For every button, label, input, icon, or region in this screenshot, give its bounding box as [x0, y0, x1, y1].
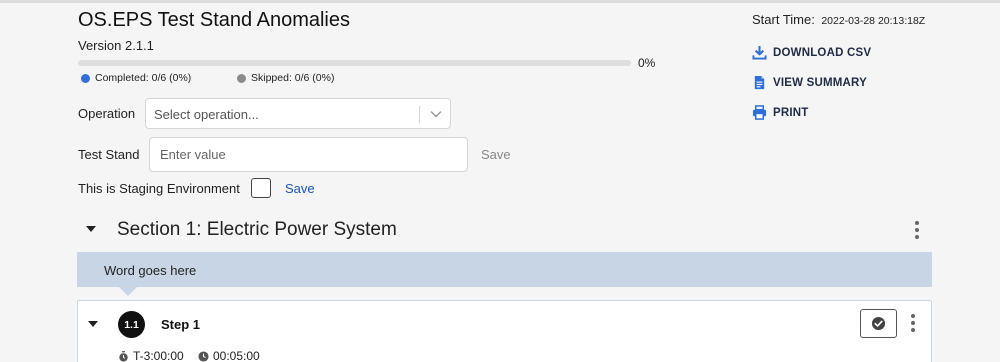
skipped-legend: Skipped: 0/6 (0%): [237, 72, 334, 84]
staging-label: This is Staging Environment: [78, 181, 240, 196]
step-duration-label: 00:05:00: [213, 349, 260, 362]
banner-text: Word goes here: [104, 263, 197, 278]
document-icon: [754, 75, 765, 90]
completed-legend-label: Completed: 0/6 (0%): [95, 72, 192, 84]
step-title: Step 1: [161, 317, 201, 332]
operation-select[interactable]: Select operation...: [145, 98, 451, 129]
test-stand-label: Test Stand: [78, 147, 140, 162]
version-label: Version 2.1.1: [78, 38, 154, 53]
view-summary-button[interactable]: VIEW SUMMARY: [752, 75, 867, 90]
test-stand-input[interactable]: [149, 137, 468, 172]
step-complete-button[interactable]: [860, 309, 897, 338]
completed-dot-icon: [81, 73, 90, 83]
staging-save-button[interactable]: Save: [285, 181, 315, 196]
progress-bar: [78, 60, 631, 66]
skipped-dot-icon: [237, 73, 246, 83]
completed-legend: Completed: 0/6 (0%): [81, 72, 191, 84]
step-number-badge: 1.1: [118, 311, 145, 338]
step-t-minus-label: T-3:00:00: [133, 349, 184, 362]
step-duration: 00:05:00: [198, 349, 260, 362]
operation-label: Operation: [78, 106, 136, 121]
select-divider: [419, 106, 420, 123]
clock-icon: [198, 350, 209, 362]
step-more-icon[interactable]: [910, 314, 916, 332]
start-time-value: 2022-03-28 20:13:18Z: [821, 15, 926, 27]
stopwatch-icon: [119, 350, 128, 362]
view-summary-label: VIEW SUMMARY: [773, 76, 867, 89]
step-card: 1.1 Step 1 T-3:00:00 00:05:00: [77, 300, 932, 362]
section-banner: Word goes here: [77, 252, 932, 287]
download-icon: [752, 45, 767, 60]
start-time: Start Time: 2022-03-28 20:13:18Z: [752, 11, 925, 29]
download-csv-button[interactable]: DOWNLOAD CSV: [752, 45, 871, 60]
banner-pointer: [119, 287, 137, 296]
test-stand-save-button[interactable]: Save: [481, 147, 511, 162]
print-label: PRINT: [773, 106, 809, 119]
top-border: [0, 0, 1000, 3]
progress-percent: 0%: [638, 56, 656, 70]
staging-checkbox[interactable]: [251, 178, 271, 198]
collapse-caret-icon[interactable]: [86, 226, 96, 234]
chevron-down-icon[interactable]: [428, 106, 444, 122]
start-time-label: Start Time:: [752, 12, 815, 27]
page-title: OS.EPS Test Stand Anomalies: [78, 9, 351, 31]
section-title: Section 1: Electric Power System: [117, 219, 397, 240]
step-t-minus: T-3:00:00: [118, 349, 184, 362]
operation-select-placeholder: Select operation...: [154, 107, 259, 122]
print-button[interactable]: PRINT: [752, 105, 809, 120]
printer-icon: [752, 105, 767, 120]
step-collapse-caret-icon[interactable]: [88, 321, 98, 329]
download-csv-label: DOWNLOAD CSV: [773, 46, 872, 59]
check-circle-icon: [871, 316, 886, 331]
section-more-icon[interactable]: [914, 221, 920, 239]
skipped-legend-label: Skipped: 0/6 (0%): [251, 72, 335, 84]
